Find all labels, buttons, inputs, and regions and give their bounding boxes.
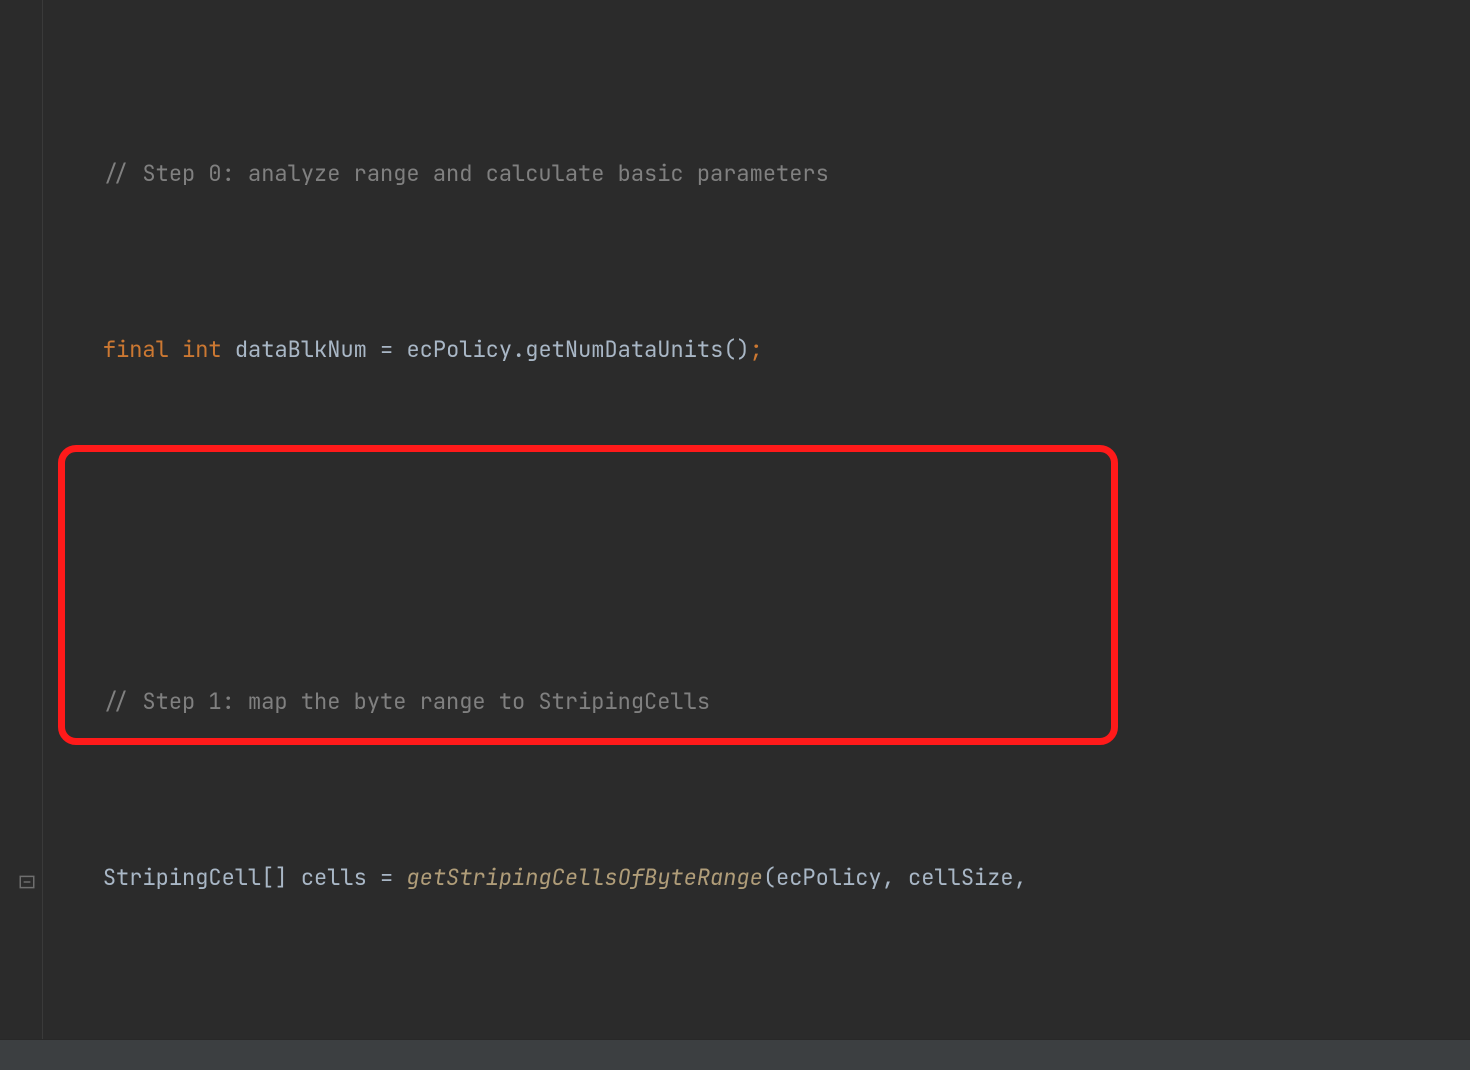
status-bar	[0, 1039, 1470, 1070]
fold-method-icon[interactable]	[18, 873, 36, 891]
comment: // Step 0: analyze range and calculate b…	[103, 159, 829, 188]
expression: ecPolicy.getNumDataUnits()	[406, 335, 749, 364]
code-line[interactable]: final int dataBlkNum = ecPolicy.getNumDa…	[50, 328, 1470, 372]
code-line[interactable]: // Step 1: map the byte range to Stripin…	[50, 680, 1470, 724]
code-line[interactable]: // Step 0: analyze range and calculate b…	[50, 152, 1470, 196]
static-call: getStripingCellsOfByteRange	[406, 863, 762, 892]
code-editor[interactable]: // Step 0: analyze range and calculate b…	[0, 0, 1470, 1070]
identifier: dataBlkNum	[235, 335, 367, 364]
declaration: StripingCell[] cells =	[103, 863, 407, 892]
keyword-final: final	[103, 335, 169, 364]
code-line[interactable]	[50, 504, 1470, 548]
comment: // Step 1: map the byte range to Stripin…	[103, 687, 710, 716]
keyword-int: int	[182, 335, 222, 364]
code-area[interactable]: // Step 0: analyze range and calculate b…	[50, 20, 1470, 1070]
code-line[interactable]: StripingCell[] cells = getStripingCellsO…	[50, 856, 1470, 900]
editor-gutter	[0, 0, 43, 1070]
